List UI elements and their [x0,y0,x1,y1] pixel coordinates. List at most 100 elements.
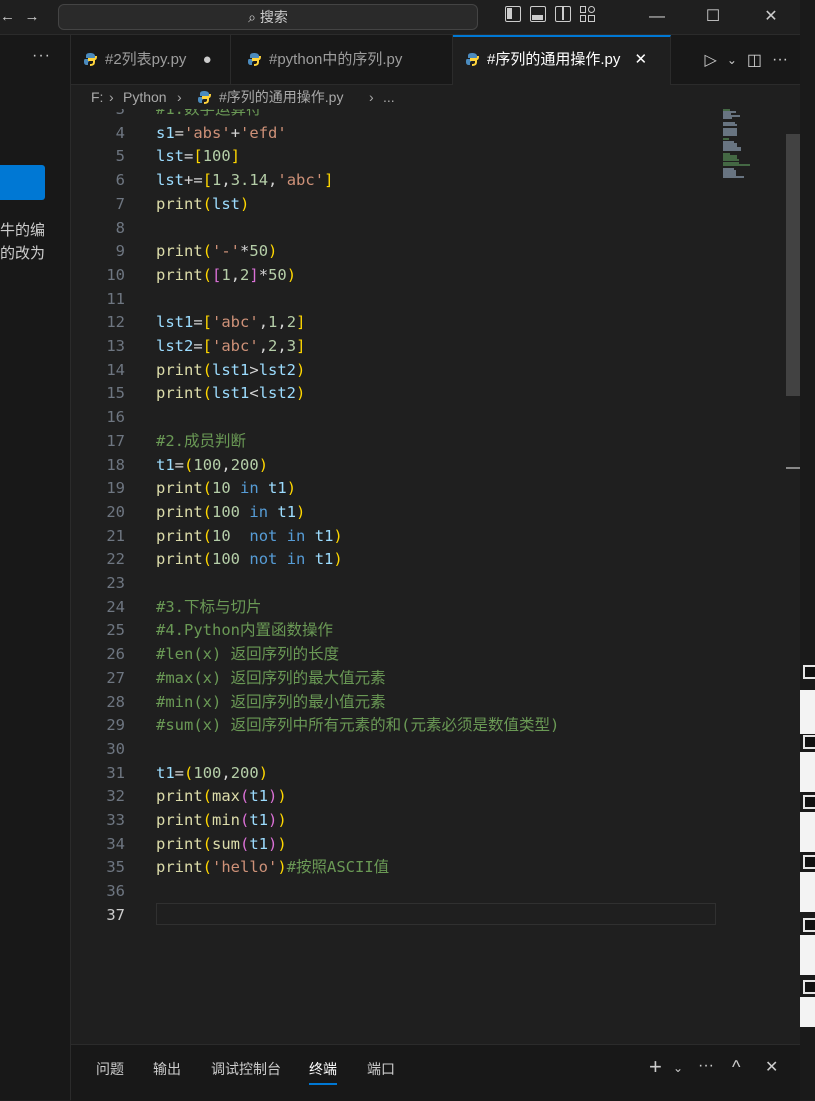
code-line[interactable]: 28 #min(x) 返回序列的最小值元素 [71,690,786,714]
code-line[interactable]: 22 print(100 not in t1) [71,547,786,571]
more-actions-icon[interactable]: ··· [32,47,51,65]
minimap[interactable] [715,109,785,199]
breadcrumb-drive[interactable]: F: [91,85,103,109]
maximize-icon[interactable]: ☐ [698,4,728,30]
code-line[interactable]: 8 [71,216,786,240]
toggle-secondary-sidebar-icon[interactable] [555,6,571,22]
code-text: #2.成员判断 [156,431,246,450]
command-center-search[interactable]: ⌕ 搜索 [58,4,478,30]
panel-strip [800,690,815,734]
code-line[interactable]: 37 [71,902,786,927]
code-line[interactable]: 9 print('-'*50) [71,239,786,263]
chevron-down-icon[interactable]: ⌄ [673,1061,683,1075]
code-text: print([1,2]*50) [156,265,297,284]
title-bar: ← → ⌕ 搜索 — ☐ ✕ [0,0,800,35]
code-line[interactable]: 29 #sum(x) 返回序列中所有元素的和(元素必须是数值类型) [71,713,786,737]
minimize-icon[interactable]: — [642,4,672,30]
run-icon[interactable]: ▷ [705,50,717,70]
maximize-panel-icon[interactable]: ^ [732,1057,740,1078]
line-number: 30 [106,739,125,758]
code-line[interactable]: 30 [71,737,786,761]
code-line[interactable]: 5 lst=[100] [71,144,786,168]
tab-python-sequence[interactable]: #python中的序列.py [231,35,453,84]
code-line[interactable]: 27 #max(x) 返回序列的最大值元素 [71,666,786,690]
code-line[interactable]: 15 print(lst1<lst2) [71,381,786,405]
chevron-down-icon[interactable]: ⌄ [727,53,737,67]
code-line[interactable]: 18 t1=(100,200) [71,453,786,477]
back-icon[interactable]: ← [0,4,15,30]
code-line[interactable]: 13 lst2=['abc',2,3] [71,334,786,358]
toggle-sidebar-icon[interactable] [505,6,521,22]
code-editor[interactable]: 3 #1.数学运算符 4 s1='abs'+'efd' 5 lst=[100] 6 lst+=… [71,109,786,1044]
code-line[interactable]: 16 [71,405,786,429]
breadcrumb-file[interactable]: #序列的通用操作.py [197,85,343,109]
checkbox-icon [803,855,815,869]
line-number: 9 [115,242,125,261]
code-line[interactable]: 12 lst1=['abc',1,2] [71,310,786,334]
breadcrumb-folder[interactable]: Python [123,85,167,109]
code-line[interactable]: 36 [71,879,786,903]
customize-layout-icon[interactable] [580,6,596,22]
tab-sequence-ops[interactable]: #序列的通用操作.py ✕ [453,35,671,85]
code-text: #sum(x) 返回序列中所有元素的和(元素必须是数值类型) [156,716,560,735]
close-panel-icon[interactable]: ✕ [765,1057,778,1077]
code-line[interactable]: 11 [71,287,786,311]
forward-icon[interactable]: → [22,4,42,30]
line-number: 17 [106,431,125,450]
code-text: print(100 not in t1) [156,550,343,569]
checkbox-icon [803,665,815,679]
tab-terminal[interactable]: 终端 [309,1059,337,1085]
code-line[interactable]: 4 s1='abs'+'efd' [71,121,786,145]
code-text: #max(x) 返回序列的最大值元素 [156,668,386,687]
code-text: lst+=[1,3.14,'abc'] [156,171,334,190]
chevron-right-icon: › [109,89,114,105]
code-text: lst1=['abc',1,2] [156,313,306,332]
line-number: 23 [106,574,125,592]
close-tab-icon[interactable]: ✕ [635,51,648,68]
more-actions-icon[interactable]: ··· [698,1057,714,1075]
tab-output[interactable]: 输出 [153,1059,181,1079]
code-line[interactable]: 10 print([1,2]*50) [71,263,786,287]
line-number: 34 [106,834,125,853]
code-line[interactable]: 25 #4.Python内置函数操作 [71,618,786,642]
toggle-panel-icon[interactable] [530,6,546,22]
code-text: print('-'*50) [156,242,278,261]
code-line[interactable]: 24 #3.下标与切片 [71,595,786,619]
code-line[interactable]: 23 [71,571,786,595]
code-line[interactable]: 35 print('hello')#按照ASCII值 [71,855,786,879]
code-line[interactable]: 32 print(max(t1)) [71,784,786,808]
code-line[interactable]: 7 print(lst) [71,192,786,216]
code-line[interactable]: 14 print(lst1>lst2) [71,358,786,382]
code-line[interactable]: 26 #len(x) 返回序列的长度 [71,642,786,666]
code-line[interactable]: 33 print(min(t1)) [71,808,786,832]
close-window-icon[interactable]: ✕ [756,4,786,30]
code-text: lst2=['abc',2,3] [156,337,306,355]
tab-list-py[interactable]: #2列表py.py ● [71,35,231,84]
code-text: #len(x) 返回序列的长度 [156,645,340,664]
search-icon: ⌕ [248,9,260,25]
tab-debug-console[interactable]: 调试控制台 [211,1059,281,1079]
code-line[interactable]: 34 print(sum(t1)) [71,832,786,856]
code-line[interactable]: 21 print(10 not in t1) [71,524,786,548]
code-line[interactable]: 17 #2.成员判断 [71,429,786,453]
code-text: print(100 in t1) [156,502,306,521]
code-line[interactable]: 3 #1.数学运算符 [71,109,786,121]
tab-problems[interactable]: 问题 [96,1059,124,1079]
modified-dot-icon[interactable]: ● [203,51,212,68]
primary-button[interactable] [0,165,45,200]
panel-strip [800,872,815,912]
breadcrumb-more[interactable]: ... [383,85,395,109]
more-actions-icon[interactable]: ··· [772,51,788,69]
line-number: 8 [115,218,125,237]
tab-ports[interactable]: 端口 [367,1059,395,1079]
new-terminal-icon[interactable]: + [649,1054,662,1080]
panel-strip [800,812,815,852]
code-line[interactable]: 20 print(100 in t1) [71,500,786,524]
code-line[interactable]: 6 lst+=[1,3.14,'abc'] [71,168,786,192]
editor-scrollbar[interactable] [786,134,800,396]
line-number: 7 [115,194,125,213]
code-line[interactable]: 19 print(10 in t1) [71,476,786,500]
split-editor-icon[interactable]: ◫ [747,50,762,70]
code-line[interactable]: 31 t1=(100,200) [71,761,786,785]
line-number: 28 [106,692,125,711]
